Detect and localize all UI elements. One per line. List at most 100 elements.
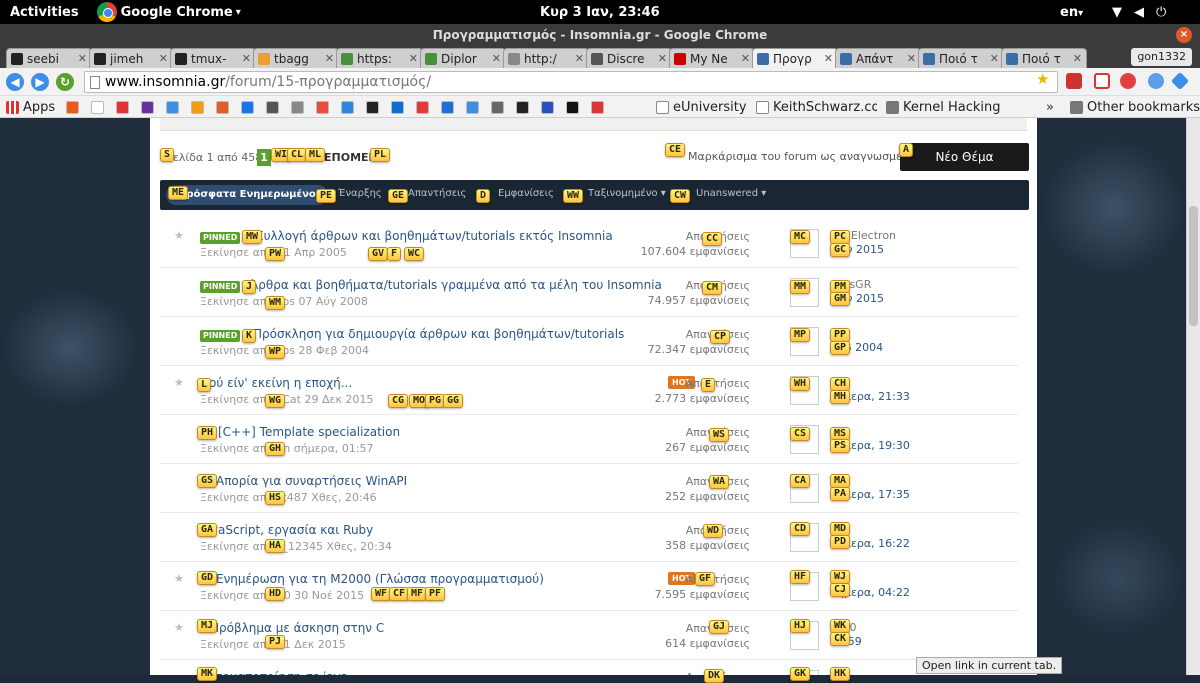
bookmark-icon[interactable] bbox=[441, 99, 454, 115]
topic-title-link[interactable]: Πού είν' εκείνη η εποχή... bbox=[200, 376, 352, 390]
extension-icon[interactable] bbox=[1120, 73, 1136, 89]
bookmark-icon[interactable] bbox=[266, 99, 279, 115]
sort-start[interactable]: Έναρξης bbox=[338, 188, 382, 199]
bookmark-icon[interactable] bbox=[316, 99, 329, 115]
extension-icon[interactable] bbox=[1170, 71, 1190, 91]
bookmark-icon[interactable] bbox=[416, 99, 429, 115]
browser-tab[interactable]: jimeh ✕ bbox=[89, 48, 173, 68]
scrollbar[interactable] bbox=[1186, 118, 1200, 675]
activities-button[interactable]: Activities bbox=[10, 5, 79, 20]
bookmark-icon[interactable] bbox=[66, 99, 79, 115]
browser-tab[interactable]: seebi ✕ bbox=[6, 48, 92, 68]
follow-star-icon[interactable]: ★ bbox=[174, 621, 184, 634]
bookmark-icon[interactable] bbox=[566, 99, 579, 115]
topic-title-link[interactable]: Απορία για συναρτήσεις WinAPI bbox=[216, 474, 407, 488]
bookmark-keithschwarz[interactable]: KeithSchwarz.com bbox=[756, 99, 877, 115]
bookmark-euniversity[interactable]: eUniversity bbox=[656, 99, 747, 115]
bookmark-icon[interactable] bbox=[241, 99, 254, 115]
bookmark-star-icon[interactable]: ★ bbox=[1036, 70, 1049, 88]
bookmark-icon[interactable] bbox=[341, 99, 354, 115]
bookmark-icon[interactable] bbox=[466, 99, 479, 115]
close-tab-icon[interactable]: ✕ bbox=[824, 52, 833, 65]
topic-title-link[interactable]: JavaScript, εργασία και Ruby bbox=[200, 523, 373, 537]
sort-views[interactable]: Εμφανίσεις bbox=[498, 188, 554, 199]
close-tab-icon[interactable]: ✕ bbox=[658, 52, 667, 65]
bookmark-icon[interactable] bbox=[291, 99, 304, 115]
topic-title-link[interactable]: Ενημέρωση για τη Μ2000 (Γλώσσα προγραμμα… bbox=[216, 572, 544, 586]
close-window-button[interactable]: × bbox=[1176, 27, 1192, 43]
new-topic-button[interactable]: Νέο Θέμα bbox=[900, 143, 1029, 171]
sort-recent[interactable]: Πρόσφατα Ενημερωμένο bbox=[166, 185, 328, 205]
browser-tab[interactable]: My Ne ✕ bbox=[669, 48, 755, 68]
bookmark-icon[interactable] bbox=[491, 99, 504, 115]
bookmark-kernel-hacking[interactable]: Kernel Hacking bbox=[886, 99, 1001, 115]
gmail-icon[interactable] bbox=[1094, 73, 1110, 89]
browser-tab[interactable]: Ποιό τ ✕ bbox=[1001, 48, 1087, 68]
topic-title-link[interactable]: Αυτοματοποίηση σε java bbox=[200, 670, 348, 675]
bookmark-icon[interactable] bbox=[516, 99, 529, 115]
extension-icon[interactable] bbox=[1148, 73, 1164, 89]
topic-title-link[interactable]: [C++] Template specialization bbox=[218, 425, 400, 439]
bookmark-icon[interactable] bbox=[391, 99, 404, 115]
bookmark-icon[interactable] bbox=[366, 99, 379, 115]
browser-tab[interactable]: tbagg ✕ bbox=[253, 48, 339, 68]
more-bookmarks-chevron[interactable]: » bbox=[1046, 99, 1054, 115]
browser-tab[interactable]: https: ✕ bbox=[336, 48, 423, 68]
mark-forum-read-link[interactable]: Μαρκάρισμα του forum ως αναγνωσμένο bbox=[688, 150, 915, 163]
topic-row: ★ Ενημέρωση για τη Μ2000 (Γλώσσα προγραμμ… bbox=[160, 563, 1018, 611]
close-tab-icon[interactable]: ✕ bbox=[575, 52, 584, 65]
extension-icon[interactable] bbox=[1066, 73, 1082, 89]
link-hint: WG bbox=[265, 394, 286, 408]
forward-button[interactable]: ▶ bbox=[31, 73, 49, 91]
close-tab-icon[interactable]: ✕ bbox=[492, 52, 501, 65]
bookmark-icon[interactable] bbox=[91, 99, 104, 115]
browser-tab[interactable]: Απάντ ✕ bbox=[835, 48, 921, 68]
close-tab-icon[interactable]: ✕ bbox=[1073, 52, 1082, 65]
system-tray[interactable]: ▼ ◀ ⏻ bbox=[1112, 5, 1166, 20]
apps-shortcut[interactable]: Apps bbox=[6, 99, 55, 115]
follow-star-icon[interactable]: ★ bbox=[174, 229, 184, 242]
back-button[interactable]: ◀ bbox=[6, 73, 24, 91]
topic-title-link[interactable]: Συλλογή άρθρων και βοηθημάτων/tutorials … bbox=[256, 229, 613, 243]
topic-title-link[interactable]: Πρόσκληση για δημιουργία άρθρων και βοηθ… bbox=[253, 327, 624, 341]
close-tab-icon[interactable]: ✕ bbox=[409, 52, 418, 65]
follow-star-icon[interactable]: ★ bbox=[174, 572, 184, 585]
reload-button[interactable]: ↻ bbox=[56, 73, 74, 91]
scrollbar-thumb[interactable] bbox=[1189, 206, 1198, 326]
bookmark-icon[interactable] bbox=[141, 99, 154, 115]
browser-tab[interactable]: Diplor ✕ bbox=[420, 48, 506, 68]
clock[interactable]: Κυρ 3 Ιαν, 23:46 bbox=[540, 5, 660, 20]
profile-button[interactable]: gon1332 bbox=[1131, 48, 1192, 66]
browser-tab[interactable]: http:/ ✕ bbox=[503, 48, 589, 68]
close-tab-icon[interactable]: ✕ bbox=[325, 52, 334, 65]
close-tab-icon[interactable]: ✕ bbox=[907, 52, 916, 65]
address-bar[interactable]: www.insomnia.gr/forum/15-προγραμματισμός… bbox=[84, 71, 1058, 93]
language-indicator[interactable]: en▾ bbox=[1060, 5, 1083, 20]
bookmark-icon[interactable] bbox=[166, 99, 179, 115]
close-tab-icon[interactable]: ✕ bbox=[741, 52, 750, 65]
close-tab-icon[interactable]: ✕ bbox=[242, 52, 251, 65]
topic-title-link[interactable]: Πρόβλημα με άσκηση στην C bbox=[210, 621, 384, 635]
topic-title-link[interactable]: Άρθρα και βοηθήματα/tutorials γραμμένα α… bbox=[250, 278, 662, 292]
bookmark-icon[interactable] bbox=[216, 99, 229, 115]
other-bookmarks[interactable]: Other bookmarks bbox=[1070, 99, 1200, 115]
follow-star-icon[interactable]: ★ bbox=[174, 376, 184, 389]
close-tab-icon[interactable]: ✕ bbox=[990, 52, 999, 65]
browser-tab[interactable]: Προγρ ✕ bbox=[752, 48, 838, 68]
sort-replies[interactable]: Απαντήσεις bbox=[408, 188, 466, 199]
answered-filter[interactable]: Unanswered ▾ bbox=[696, 188, 766, 199]
close-tab-icon[interactable]: ✕ bbox=[159, 52, 168, 65]
bookmark-icon[interactable] bbox=[541, 99, 554, 115]
bookmark-icon[interactable] bbox=[116, 99, 129, 115]
view-count: 7.595 εμφανίσεις bbox=[654, 588, 750, 601]
close-tab-icon[interactable]: ✕ bbox=[78, 52, 87, 65]
browser-tab[interactable]: tmux- ✕ bbox=[170, 48, 256, 68]
link-hint: WJ bbox=[830, 570, 851, 584]
current-page[interactable]: 1 bbox=[257, 149, 271, 166]
app-menu[interactable]: Google Chrome ▾ bbox=[96, 2, 241, 22]
sort-menu[interactable]: Ταξινομημένο ▾ bbox=[588, 188, 666, 199]
bookmark-icon[interactable] bbox=[191, 99, 204, 115]
browser-tab[interactable]: Ποιό τ ✕ bbox=[918, 48, 1004, 68]
browser-tab[interactable]: Discre ✕ bbox=[586, 48, 672, 68]
bookmark-icon[interactable] bbox=[591, 99, 604, 115]
